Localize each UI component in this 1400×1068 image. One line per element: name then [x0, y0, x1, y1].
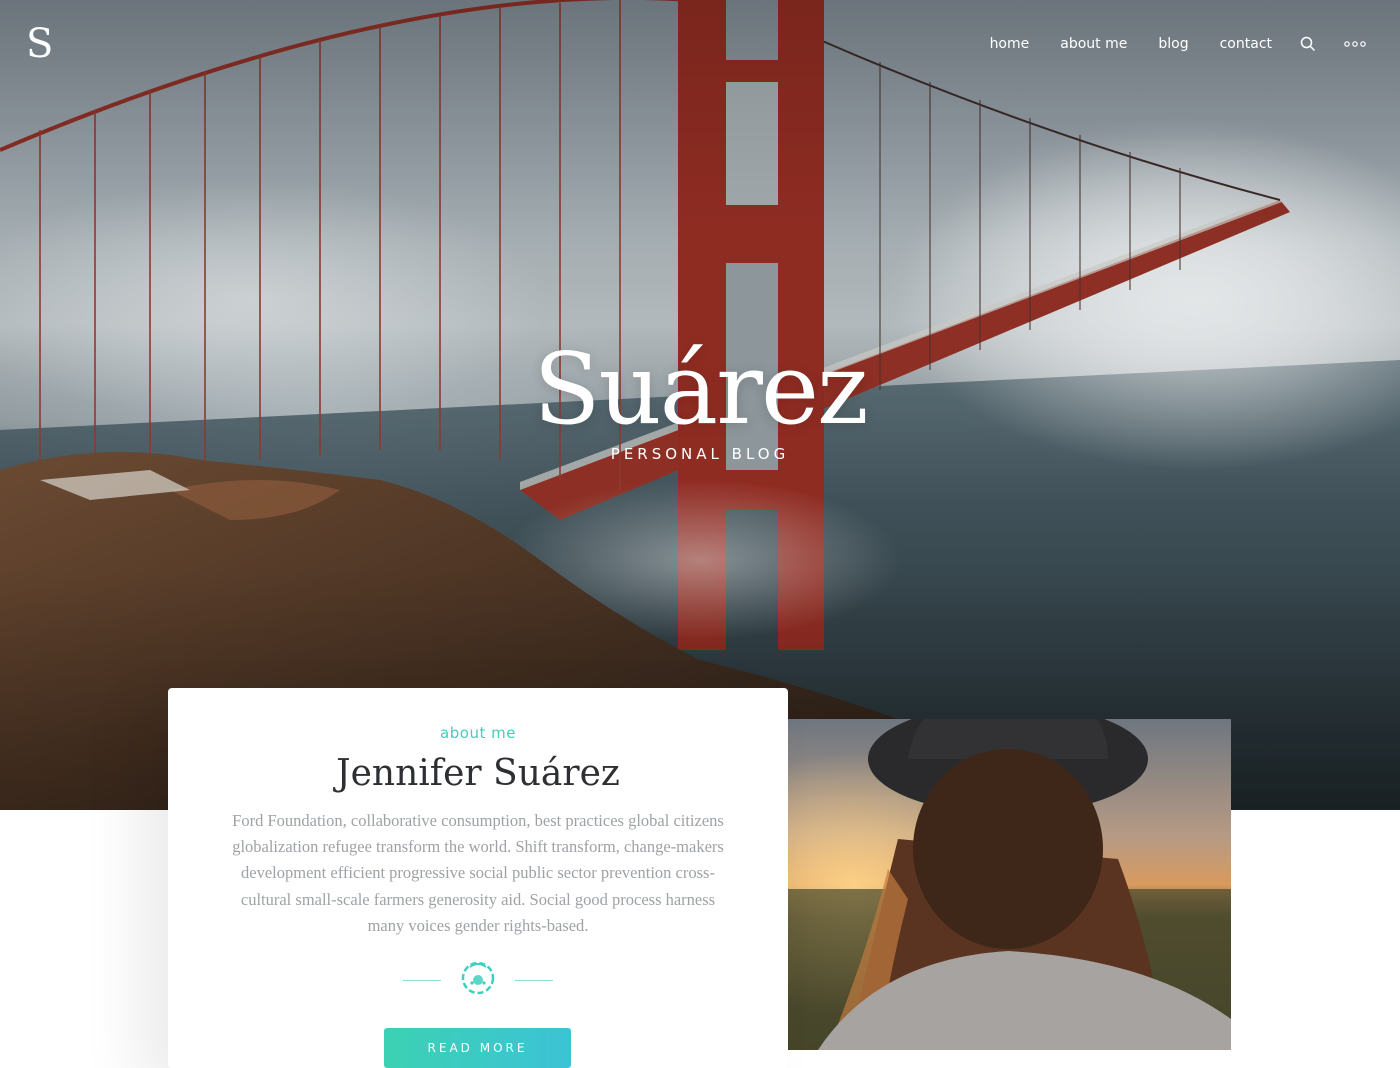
about-card: about me Jennifer Suárez Ford Foundation… — [168, 688, 788, 1068]
about-bio: Ford Foundation, collaborative consumpti… — [232, 811, 724, 935]
hero-title: Suárez — [533, 333, 868, 447]
wreath-emblem-icon — [459, 959, 497, 1002]
read-more-button[interactable]: READ MORE — [384, 1028, 571, 1068]
nav-blog[interactable]: blog — [1158, 36, 1188, 52]
about-name: Jennifer Suárez — [336, 753, 620, 794]
divider-line-right — [515, 979, 553, 981]
about-photo — [788, 719, 1231, 1050]
hero-subtitle: PERSONAL BLOG — [610, 445, 790, 463]
woman-in-hat-photo — [788, 719, 1231, 1050]
more-dots-icon[interactable] — [1344, 40, 1366, 48]
ornament-divider — [168, 960, 788, 1000]
search-icon[interactable] — [1300, 36, 1316, 52]
divider-line-left — [403, 979, 441, 981]
nav-contact[interactable]: contact — [1220, 36, 1272, 52]
site-logo[interactable]: S — [26, 22, 53, 66]
nav-home[interactable]: home — [990, 36, 1030, 52]
about-eyebrow: about me — [440, 724, 516, 742]
main-nav: home about me blog contact — [990, 30, 1366, 58]
nav-about-me[interactable]: about me — [1060, 36, 1127, 52]
